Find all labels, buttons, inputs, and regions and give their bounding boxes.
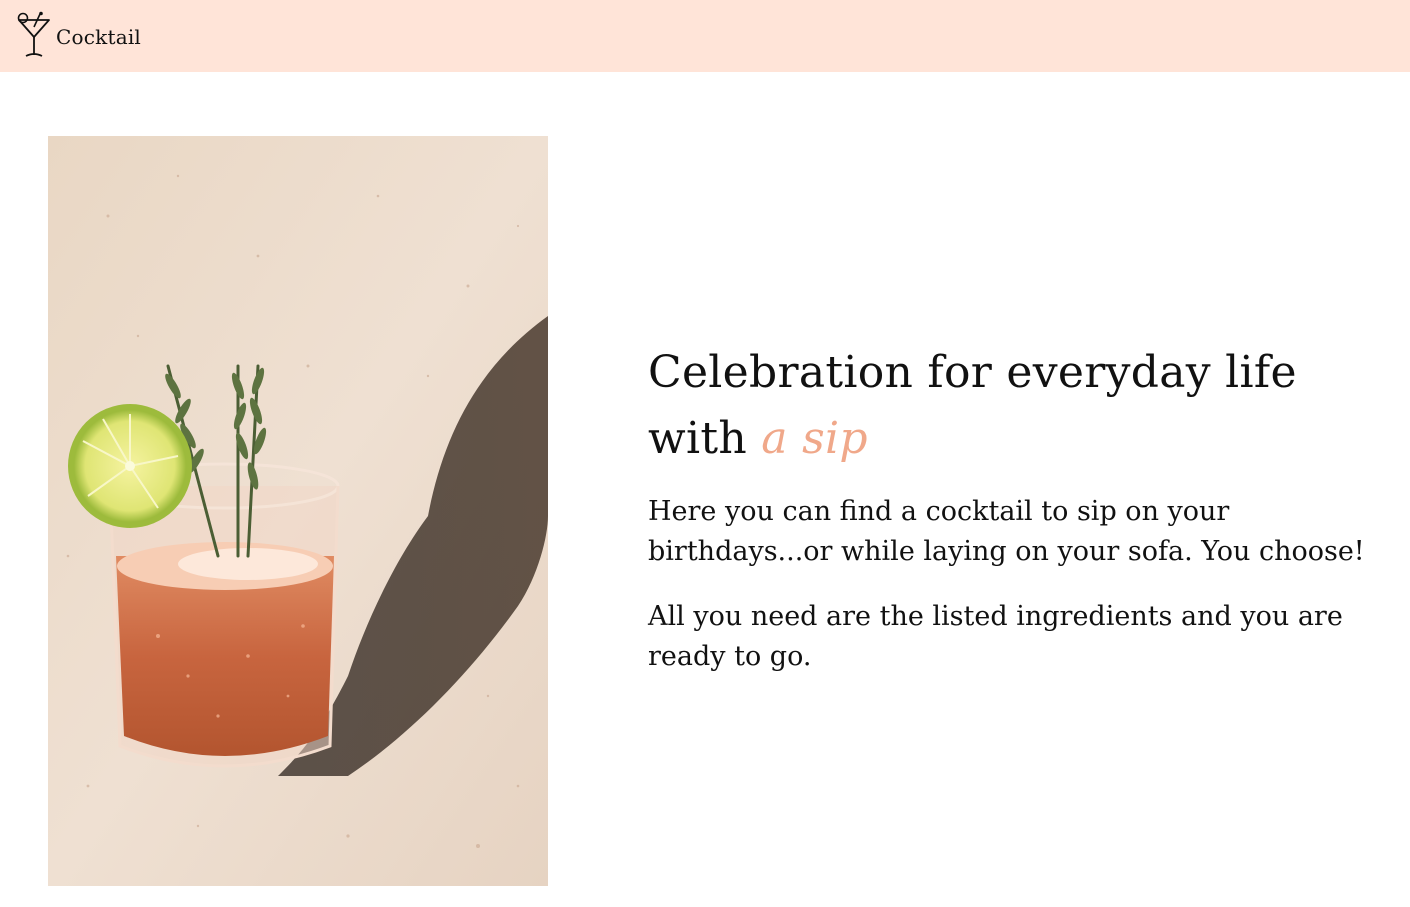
intro-paragraph: Here you can find a cocktail to sip on y… (648, 496, 1365, 567)
brand-name: Cocktail (56, 25, 142, 49)
navbar: Cocktail (0, 0, 1410, 72)
cocktail-glass-icon (17, 11, 50, 57)
headline-main: Celebration for everyday life with (648, 347, 1297, 464)
headline-accent: a sip (761, 413, 868, 464)
brand-link[interactable]: Cocktail (14, 10, 141, 62)
hero-text: Celebration for everyday life with a sip… (648, 340, 1388, 677)
cocktail-photo (48, 136, 548, 886)
headline: Celebration for everyday life with a sip (648, 340, 1388, 472)
ingredients-paragraph: All you need are the listed ingredients … (648, 601, 1343, 672)
